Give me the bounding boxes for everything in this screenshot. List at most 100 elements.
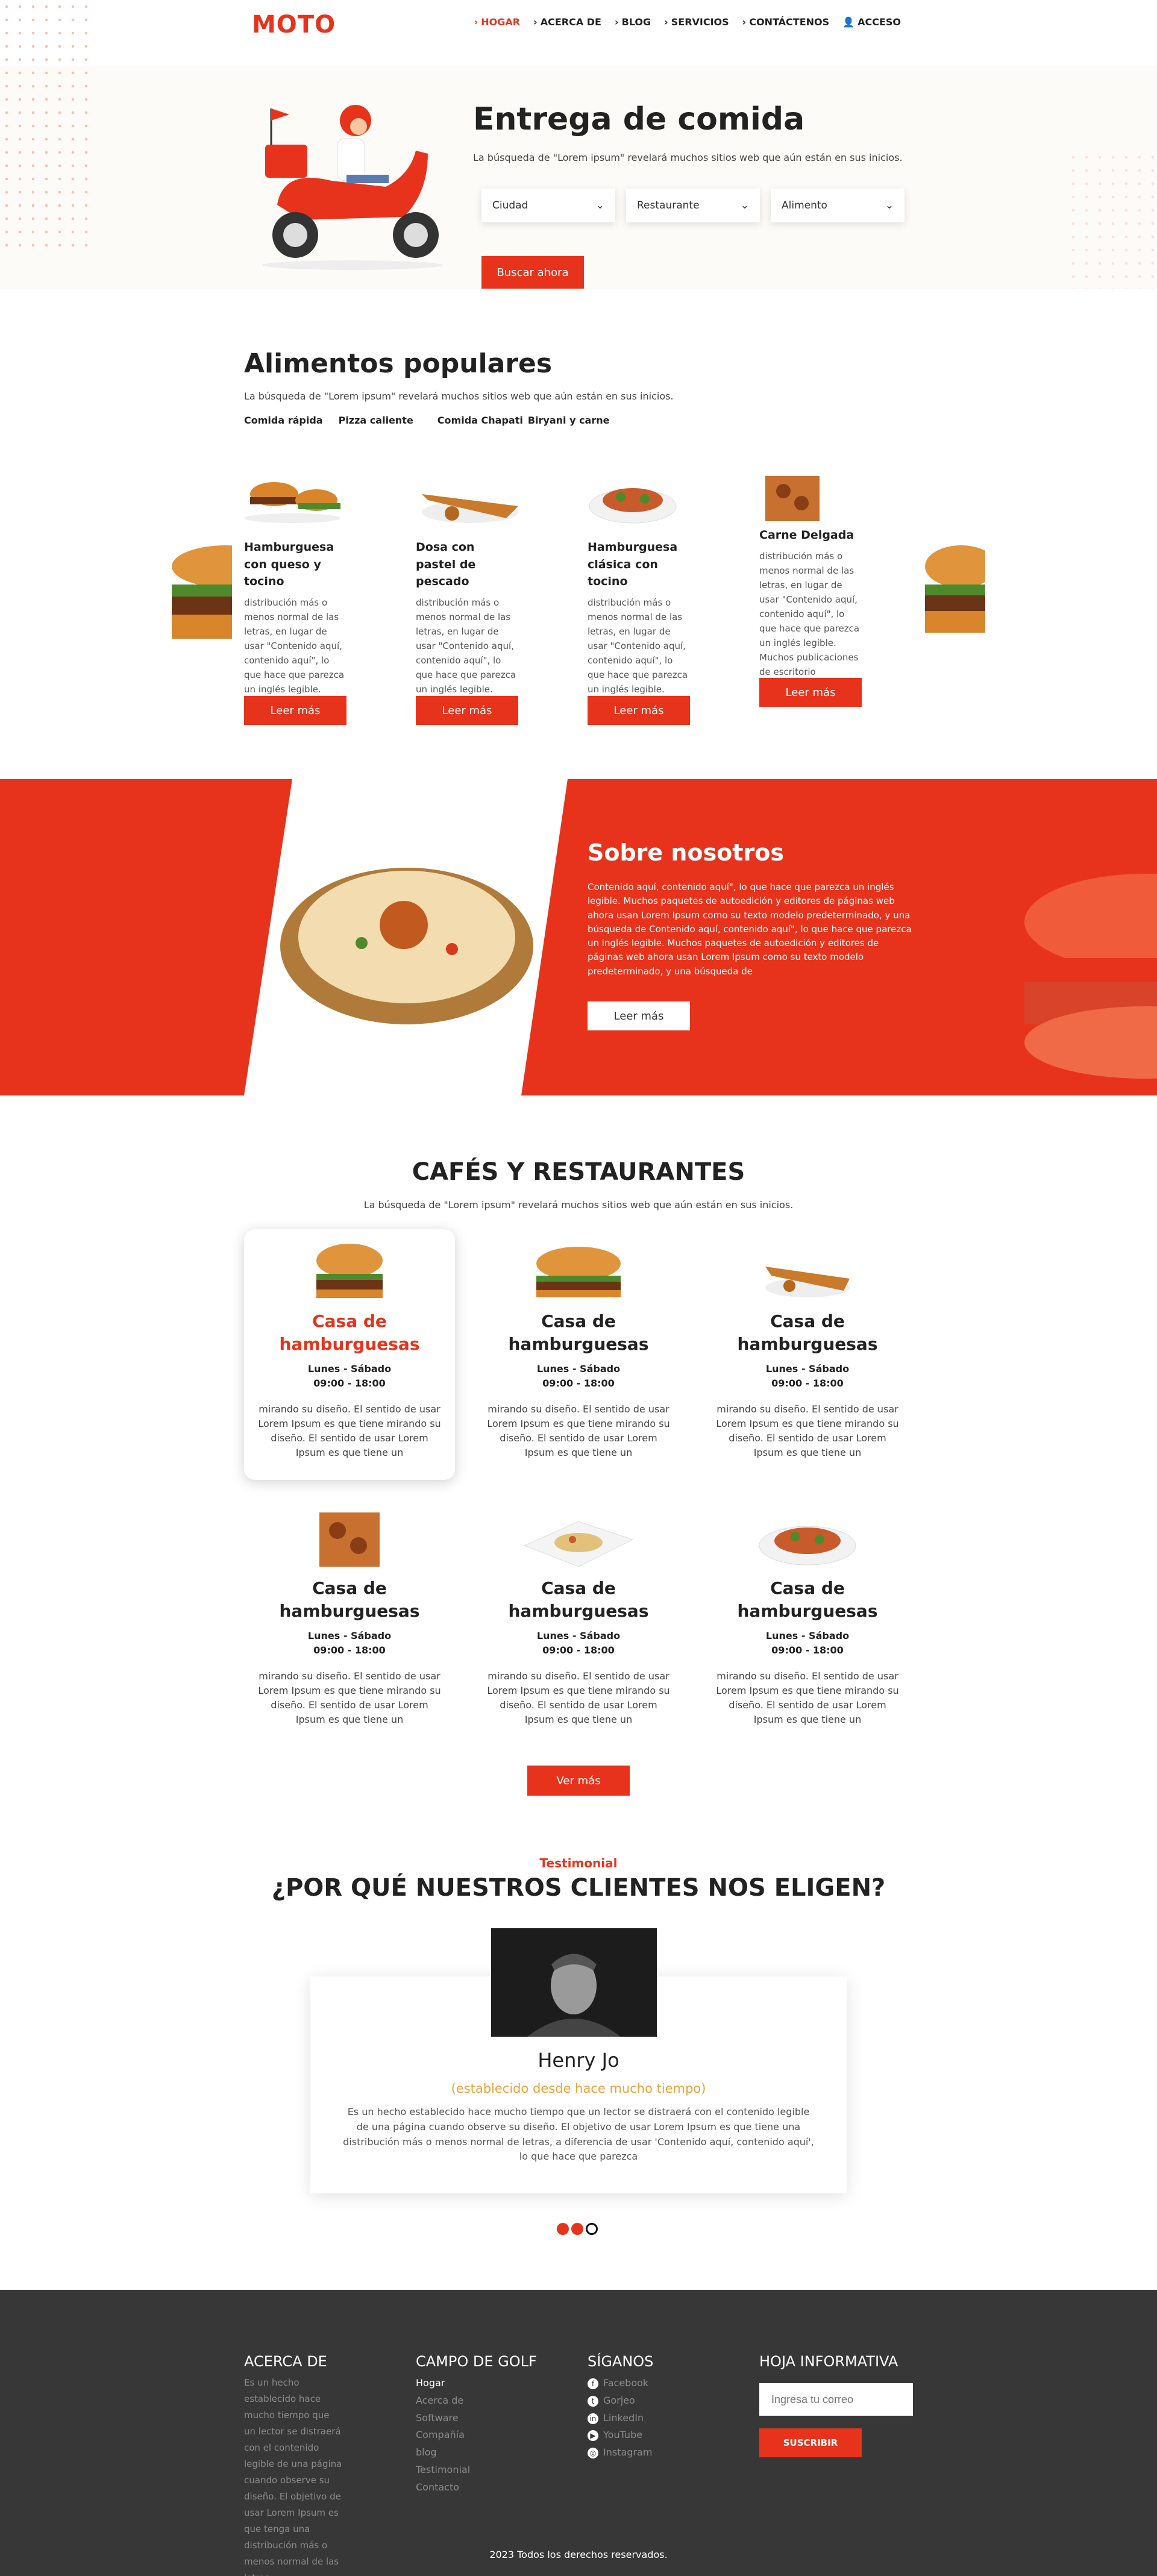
tab-biryani-carne[interactable]: Biryani y carne [528, 415, 610, 426]
footer-social-linkedin[interactable]: in LinkedIn [588, 2410, 652, 2427]
restaurant-name: Casa de hamburguesas [737, 1578, 878, 1621]
carousel-dot[interactable] [557, 2223, 569, 2235]
salad-plate-image [759, 1526, 856, 1565]
burger-image-left [172, 545, 232, 639]
carousel-dot[interactable] [571, 2223, 583, 2235]
footer-newsletter-title: HOJA INFORMATIVA [759, 2353, 898, 2370]
food-title: Hamburguesa clásica con tocino [588, 541, 678, 588]
main-nav: › HOGAR › ACERCA DE › BLOG › SERVICIOS › CONT… [474, 16, 901, 28]
nav-item-blog[interactable]: › BLOG [615, 16, 651, 28]
restaurants-subtitle: La búsqueda de "Lorem ipsum" revelará mu… [363, 1199, 794, 1211]
city-select[interactable]: Ciudad ⌄ [481, 189, 615, 222]
hero-title: Entrega de comida [473, 101, 805, 137]
facebook-icon: f [588, 2378, 598, 2389]
chevron-right-icon: › [742, 16, 747, 28]
footer-social-twitter[interactable]: t Gorjeo [588, 2392, 652, 2410]
restaurant-desc: mirando su diseño. El sentido de usar Lo… [487, 1670, 670, 1726]
popular-title: Alimentos populares [244, 348, 553, 379]
footer [0, 2290, 1157, 2576]
chevron-right-icon: › [474, 16, 478, 28]
tab-pizza-caliente[interactable]: Pizza caliente [339, 415, 413, 426]
restaurant-card[interactable]: Casa de hamburguesas Lunes - Sábado 09:00… [705, 1509, 910, 1727]
burger-image-right [925, 545, 985, 633]
decor-dots-right [1067, 151, 1157, 289]
testimonial-text: Es un hecho establecido hace mucho tiemp… [343, 2106, 814, 2163]
user-icon: 👤 [842, 16, 855, 28]
footer-links-title: CAMPO DE GOLF [416, 2353, 537, 2370]
about-title: Sobre nosotros [588, 839, 784, 866]
nav-item-hogar[interactable]: › HOGAR [474, 16, 520, 28]
restaurant-card[interactable]: Casa de hamburguesas Lunes - Sábado 09:00… [247, 1509, 452, 1727]
footer-social-instagram[interactable]: ◎ Instagram [588, 2444, 652, 2462]
burger-image [536, 1247, 621, 1297]
plated-dish-image [523, 1521, 634, 1567]
search-button[interactable]: Buscar ahora [481, 256, 584, 289]
read-more-button[interactable]: Leer más [416, 696, 518, 725]
biryani-image [280, 868, 533, 1024]
footer-link[interactable]: Contacto [416, 2479, 470, 2496]
restaurant-card[interactable]: Casa de hamburguesas Lunes - Sábado 09:00… [705, 1243, 910, 1460]
avatar [491, 1928, 657, 2037]
meat-dish-image [765, 476, 820, 521]
burger-image [316, 1244, 383, 1298]
footer-link[interactable]: Testimonial [416, 2462, 470, 2479]
food-title: Carne Delgada [759, 528, 854, 542]
footer-link[interactable]: blog [416, 2444, 470, 2462]
restaurant-hours: 09:00 - 18:00 [313, 1377, 386, 1390]
food-select[interactable]: Alimento ⌄ [771, 189, 905, 222]
see-more-button[interactable]: Ver más [527, 1766, 630, 1796]
read-more-button[interactable]: Leer más [588, 696, 690, 725]
restaurant-name: Casa de hamburguesas [279, 1311, 420, 1354]
burger-image-about [1024, 874, 1157, 1079]
restaurant-days: Lunes - Sábado [536, 1362, 621, 1374]
restaurant-card[interactable]: Casa de hamburguesas Lunes - Sábado 09:00… [247, 1243, 452, 1460]
nav-item-acceso[interactable]: 👤 ACCESO [842, 16, 901, 28]
carousel-dot-active[interactable] [586, 2223, 598, 2235]
restaurant-hours: 09:00 - 18:00 [313, 1644, 386, 1656]
food-card: Carne Delgada distribución más o menos n… [759, 470, 862, 679]
about-read-more-button[interactable]: Leer más [588, 1001, 690, 1030]
restaurant-name: Casa de hamburguesas [737, 1311, 878, 1354]
footer-link[interactable]: Compañía [416, 2427, 470, 2444]
newsletter-email-input[interactable] [759, 2383, 913, 2416]
restaurant-select[interactable]: Restaurante ⌄ [626, 189, 760, 222]
restaurant-days: Lunes - Sábado [307, 1362, 392, 1374]
chevron-right-icon: › [533, 16, 538, 28]
tab-comida-chapati[interactable]: Comida Chapati [437, 415, 523, 426]
restaurant-name: Casa de hamburguesas [508, 1578, 649, 1621]
footer-link[interactable]: Software [416, 2410, 470, 2427]
testimonial-since: (establecido desde hace mucho tiempo) [451, 2081, 706, 2096]
burger-fries-image [244, 482, 340, 523]
footer-social-youtube[interactable]: ▶ YouTube [588, 2427, 652, 2444]
footer-about-text: Es un hecho establecido hace mucho tiemp… [244, 2377, 342, 2576]
restaurant-desc: mirando su diseño. El sentido de usar Lo… [716, 1670, 899, 1726]
tab-comida-rapida[interactable]: Comida rápida [244, 415, 323, 426]
nav-item-contactenos[interactable]: › CONTÁCTENOS [742, 16, 829, 28]
testimonial-kicker: Testimonial [539, 1856, 618, 1870]
testimonial-name: Henry Jo [538, 2049, 619, 2072]
dosa-image [765, 1267, 850, 1297]
read-more-button[interactable]: Leer más [759, 678, 862, 707]
food-card: Dosa con pastel de pescado distribución … [416, 470, 518, 725]
twitter-icon: t [588, 2395, 598, 2407]
footer-social-facebook[interactable]: f Facebook [588, 2375, 652, 2392]
restaurant-days: Lunes - Sábado [307, 1629, 392, 1641]
restaurant-days: Lunes - Sábado [765, 1362, 850, 1374]
read-more-button[interactable]: Leer más [244, 696, 346, 725]
logo[interactable]: MOTO [252, 11, 336, 39]
footer-link[interactable]: Acerca de [416, 2392, 470, 2410]
footer-link[interactable]: Hogar [416, 2375, 470, 2392]
restaurant-card[interactable]: Casa de hamburguesas Lunes - Sábado 09:00… [476, 1509, 681, 1727]
subscribe-button[interactable]: SUSCRIBIR [759, 2428, 862, 2457]
chevron-right-icon: › [664, 16, 668, 28]
restaurant-days: Lunes - Sábado [536, 1629, 621, 1641]
nav-item-acerca[interactable]: › ACERCA DE [533, 16, 601, 28]
meat-dish-image [319, 1512, 380, 1567]
restaurant-hours: 09:00 - 18:00 [542, 1644, 615, 1656]
nav-item-servicios[interactable]: › SERVICIOS [664, 16, 729, 28]
hero-subtitle: La búsqueda de "Lorem ipsum" revelará mu… [473, 152, 903, 163]
popular-subtitle: La búsqueda de "Lorem ipsum" revelará mu… [244, 390, 674, 402]
restaurant-hours: 09:00 - 18:00 [771, 1377, 844, 1390]
restaurant-card[interactable]: Casa de hamburguesas Lunes - Sábado 09:00… [476, 1243, 681, 1460]
footer-about-title: ACERCA DE [244, 2353, 327, 2370]
